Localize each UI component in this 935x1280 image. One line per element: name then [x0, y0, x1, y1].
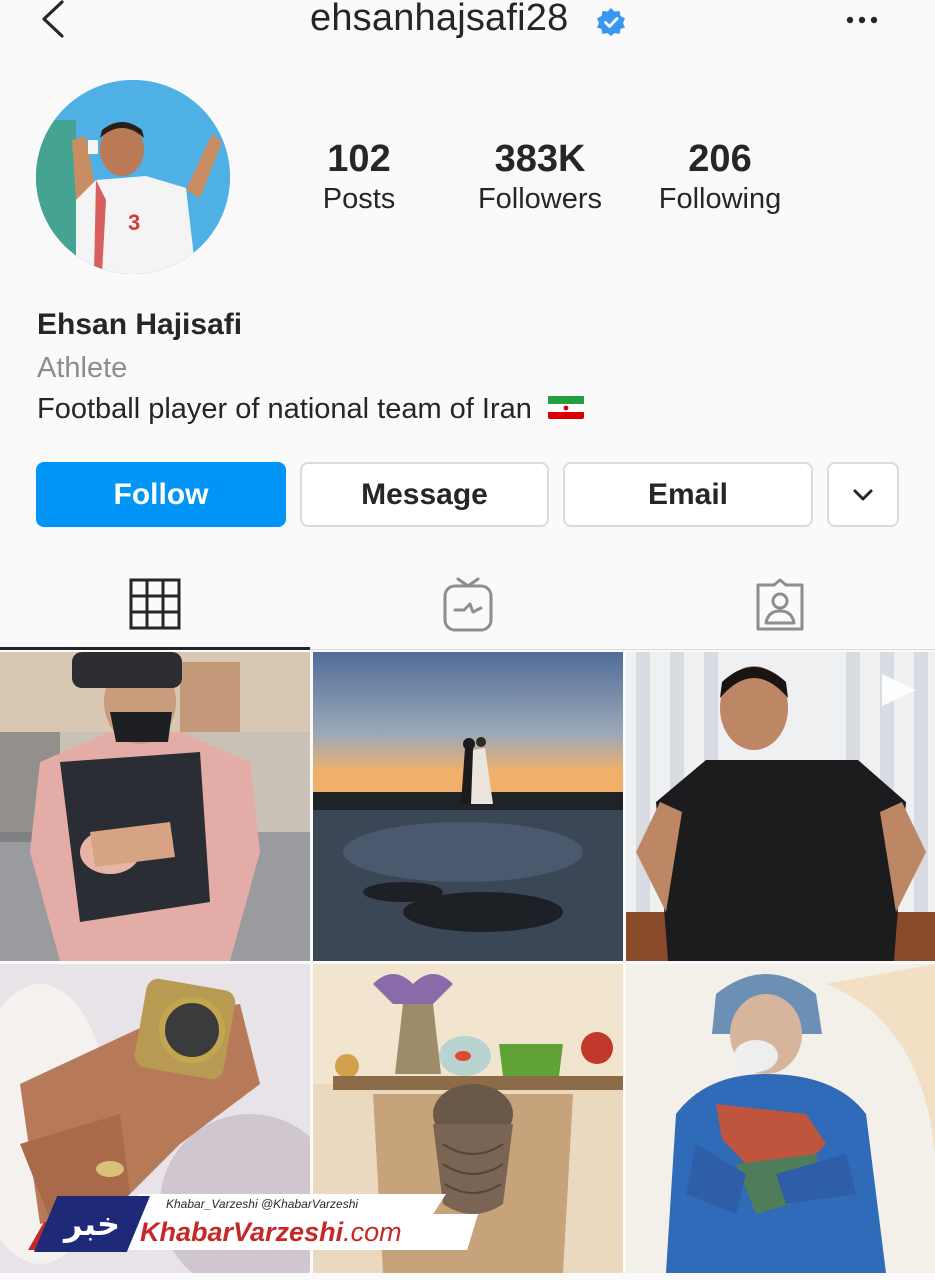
back-chevron-icon[interactable]	[38, 0, 72, 42]
post-image-nurse-iran-map	[626, 964, 935, 1273]
stat-posts[interactable]: 102 Posts	[310, 138, 408, 218]
avatar-photo: 3	[36, 80, 230, 274]
follow-button[interactable]: Follow	[36, 462, 286, 527]
tagged-icon	[756, 578, 803, 631]
post-thumbnail[interactable]	[0, 652, 310, 961]
profile-tabs	[0, 560, 935, 650]
iran-flag-icon	[547, 395, 584, 420]
message-button[interactable]: Message	[300, 462, 549, 527]
profile-avatar[interactable]: 3	[36, 80, 230, 274]
watermark-site: KhabarVarzeshi.com	[118, 1214, 478, 1250]
stat-followers[interactable]: 383K Followers	[462, 138, 618, 218]
profile-username: ehsanhajsafi28	[310, 0, 569, 39]
watermark-social-handles: Khabar_Varzeshi @KhabarVarzeshi	[126, 1194, 446, 1214]
stat-followers-label: Followers	[477, 183, 603, 215]
post-thumbnail[interactable]	[313, 652, 623, 961]
profile-category: Athlete	[37, 352, 128, 384]
tab-tagged[interactable]	[624, 560, 935, 650]
post-thumbnail[interactable]	[626, 964, 935, 1273]
post-image-man-portrait	[626, 652, 935, 961]
stat-posts-value: 102	[327, 138, 391, 180]
watermark-site-domain: .com	[343, 1217, 402, 1247]
grid-icon	[129, 578, 181, 629]
watermark-banner: Khabar_Varzeshi @KhabarVarzeshi KhabarVa…	[28, 1192, 478, 1254]
profile-bio-text: Football player of national team of Iran	[37, 393, 532, 425]
stat-posts-label: Posts	[322, 183, 396, 215]
email-button[interactable]: Email	[563, 462, 813, 527]
verified-badge-icon	[597, 8, 625, 36]
suggested-accounts-button[interactable]	[827, 462, 899, 527]
more-dots-icon[interactable]	[842, 8, 882, 32]
profile-full-name: Ehsan Hajisafi	[37, 308, 243, 341]
profile-bio: Football player of national team of Iran	[37, 393, 584, 426]
post-image-man-with-baby	[0, 652, 310, 961]
svg-text:3: 3	[128, 210, 140, 235]
stat-following-label: Following	[658, 183, 782, 215]
post-image-wedding-sunset	[313, 652, 623, 961]
stat-following-value: 206	[688, 138, 752, 180]
tab-igtv[interactable]	[312, 560, 623, 650]
stat-following[interactable]: 206 Following	[642, 138, 798, 218]
top-bar: ehsanhajsafi28	[0, 0, 935, 50]
post-thumbnail[interactable]	[626, 652, 935, 961]
chevron-down-icon	[853, 489, 873, 500]
stat-followers-value: 383K	[494, 138, 586, 180]
tab-posts-grid[interactable]	[0, 560, 310, 650]
igtv-icon	[443, 577, 492, 632]
watermark-site-name: KhabarVarzeshi	[140, 1217, 344, 1247]
